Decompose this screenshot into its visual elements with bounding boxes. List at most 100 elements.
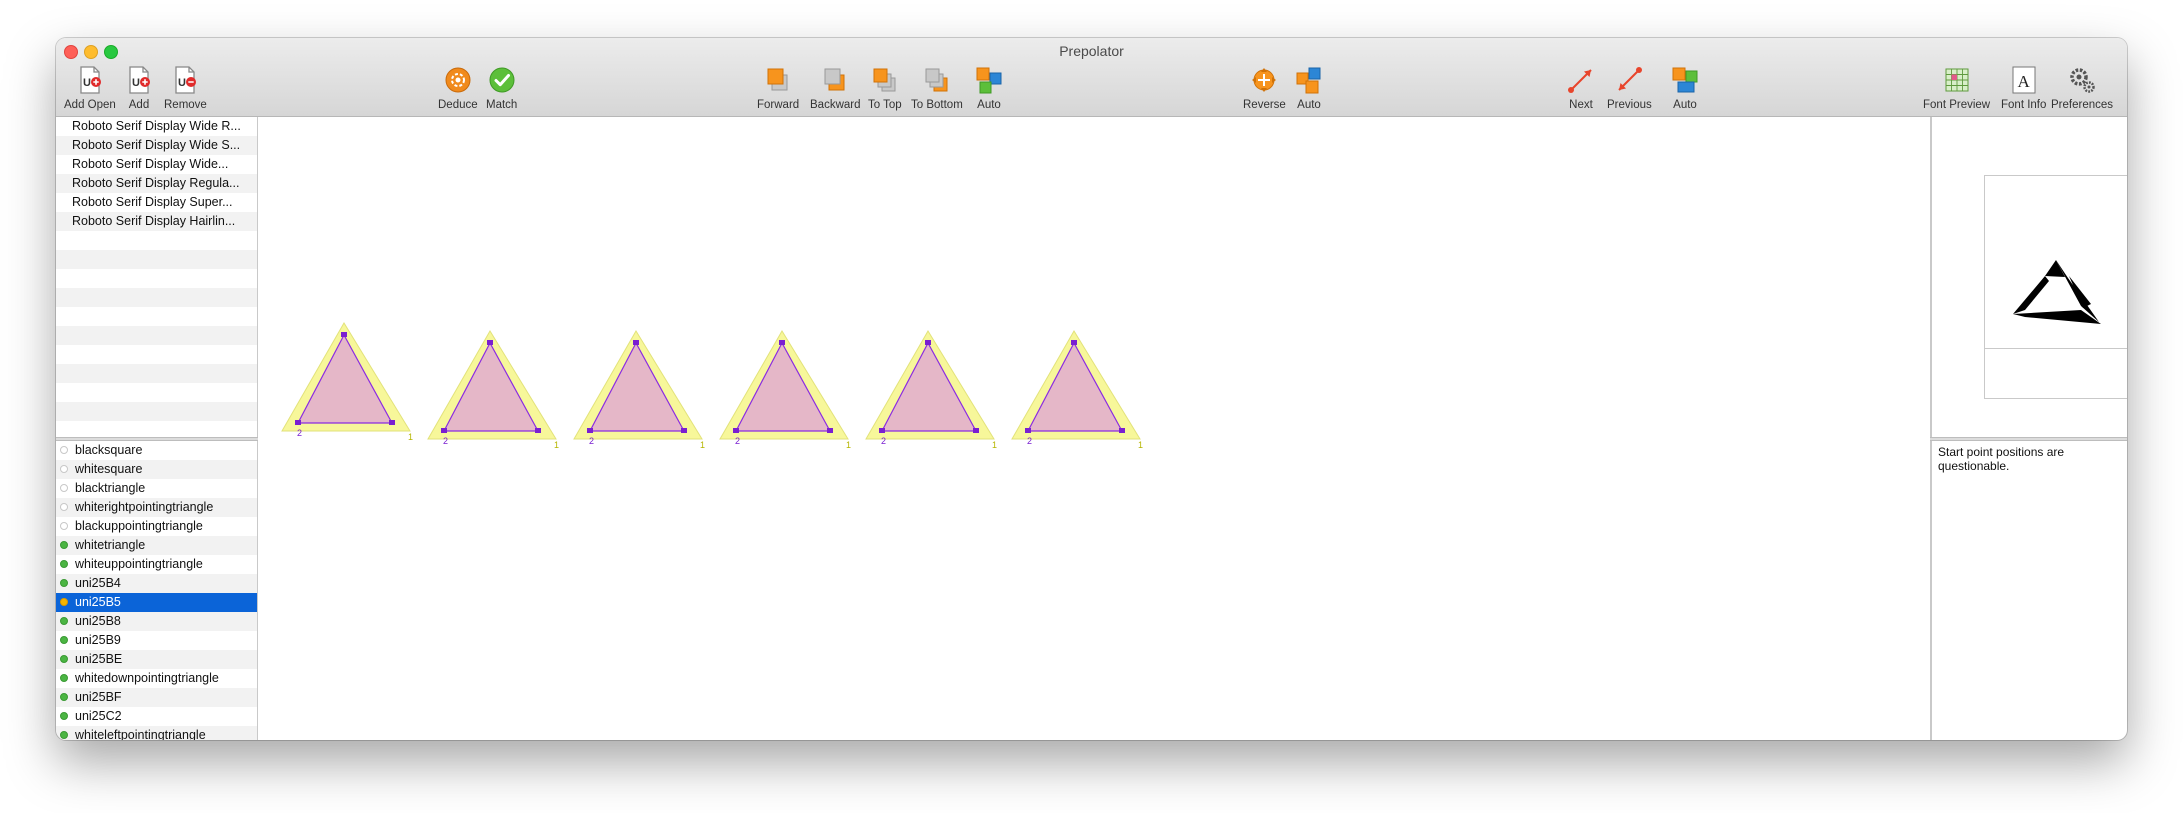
- glyph-canvas[interactable]: 212121212121: [258, 117, 1930, 740]
- to-bottom-button[interactable]: To Bottom: [911, 65, 963, 111]
- glyph-name: whiteuppointingtriangle: [75, 557, 203, 571]
- previous-button[interactable]: Previous: [1607, 65, 1652, 111]
- glyph-name: uni25BF: [75, 690, 122, 704]
- remove-button[interactable]: U Remove: [164, 65, 207, 111]
- end-point-label: 1: [700, 440, 705, 450]
- match-label: Match: [486, 99, 518, 111]
- glyph-list-item[interactable]: whitedownpointingtriangle: [56, 669, 257, 688]
- font-list-item[interactable]: Roboto Serif Display Hairlin...: [56, 212, 257, 231]
- match-checkmark-icon: [489, 67, 515, 93]
- glyph-list-item[interactable]: whiterightpointingtriangle: [56, 498, 257, 517]
- glyph-name: uni25B5: [75, 595, 121, 609]
- status-dot-icon: [60, 522, 68, 530]
- on-curve-point[interactable]: [1071, 340, 1077, 345]
- glyph-list-item[interactable]: blacksquare: [56, 441, 257, 460]
- glyph-list-item[interactable]: uni25BE: [56, 650, 257, 669]
- font-list-item[interactable]: Roboto Serif Display Wide S...: [56, 136, 257, 155]
- on-curve-point[interactable]: [587, 428, 593, 433]
- font-list-item[interactable]: Roboto Serif Display Wide R...: [56, 117, 257, 136]
- glyph-list-item[interactable]: uni25B9: [56, 631, 257, 650]
- glyph-master-outline[interactable]: 21: [719, 330, 851, 450]
- on-curve-point[interactable]: [879, 428, 885, 433]
- status-dot-icon: [60, 598, 68, 606]
- auto-order-button[interactable]: Auto: [974, 65, 1004, 111]
- on-curve-point[interactable]: [925, 340, 931, 345]
- deduce-button[interactable]: Deduce: [438, 65, 478, 111]
- reverse-button[interactable]: Reverse: [1243, 65, 1286, 111]
- glyph-name: whiterightpointingtriangle: [75, 500, 214, 514]
- glyph-master-outline[interactable]: 21: [573, 330, 705, 450]
- backward-label: Backward: [810, 99, 861, 111]
- backward-button[interactable]: Backward: [810, 65, 861, 111]
- status-dot-icon: [60, 712, 68, 720]
- font-info-button[interactable]: A Font Info: [2001, 65, 2046, 111]
- add-open-label: Add Open: [64, 99, 116, 111]
- status-dot-icon: [60, 465, 68, 473]
- on-curve-point[interactable]: [973, 428, 979, 433]
- glyph-list-item[interactable]: whiteuppointingtriangle: [56, 555, 257, 574]
- on-curve-point[interactable]: [295, 420, 301, 425]
- on-curve-point[interactable]: [441, 428, 447, 433]
- end-point-label: 1: [1138, 440, 1143, 450]
- start-point-label: 2: [735, 436, 740, 446]
- match-button[interactable]: Match: [486, 65, 517, 111]
- auto-start-button[interactable]: Auto: [1670, 65, 1700, 111]
- empty-row: [56, 345, 257, 364]
- glyph-list-item[interactable]: whitetriangle: [56, 536, 257, 555]
- on-curve-point[interactable]: [1119, 428, 1125, 433]
- font-list-item[interactable]: Roboto Serif Display Wide...: [56, 155, 257, 174]
- forward-button[interactable]: Forward: [757, 65, 799, 111]
- glyph-master-outline[interactable]: 21: [865, 330, 997, 450]
- on-curve-point[interactable]: [779, 340, 785, 345]
- glyph-list-item[interactable]: whiteleftpointingtriangle: [56, 726, 257, 740]
- on-curve-point[interactable]: [1025, 428, 1031, 433]
- glyph-master-outline[interactable]: 21: [281, 322, 413, 442]
- on-curve-point[interactable]: [487, 340, 493, 345]
- on-curve-point[interactable]: [341, 332, 347, 337]
- start-point-label: 2: [443, 436, 448, 446]
- glyph-list-item-selected[interactable]: uni25B5: [56, 593, 257, 612]
- font-info-label: Font Info: [2001, 99, 2047, 111]
- font-preview-button[interactable]: Font Preview: [1923, 65, 1990, 111]
- font-list-item[interactable]: Roboto Serif Display Regula...: [56, 174, 257, 193]
- on-curve-point[interactable]: [827, 428, 833, 433]
- status-message: Start point positions are questionable.: [1938, 445, 2065, 473]
- to-top-button[interactable]: To Top: [868, 65, 902, 111]
- glyph-list: blacksquare whitesquare blacktriangle wh…: [56, 441, 258, 740]
- next-button[interactable]: Next: [1566, 65, 1596, 111]
- glyph-name: uni25B9: [75, 633, 121, 647]
- add-open-icon: U: [80, 66, 101, 94]
- glyph-list-item[interactable]: whitesquare: [56, 460, 257, 479]
- messages-pane: Start point positions are questionable.: [1930, 441, 2127, 740]
- glyph-list-item[interactable]: uni25B8: [56, 612, 257, 631]
- glyph-list-item[interactable]: uni25BF: [56, 688, 257, 707]
- glyph-list-item[interactable]: blackuppointingtriangle: [56, 517, 257, 536]
- on-curve-point[interactable]: [535, 428, 541, 433]
- add-font-icon: U: [129, 66, 150, 94]
- on-curve-point[interactable]: [681, 428, 687, 433]
- glyph-master-outline[interactable]: 21: [427, 330, 559, 450]
- deduce-gear-icon: [445, 67, 471, 93]
- add-button[interactable]: U Add: [124, 65, 154, 111]
- previous-label: Previous: [1607, 99, 1652, 111]
- glyph-list-item[interactable]: uni25C2: [56, 707, 257, 726]
- glyph-master-outline[interactable]: 21: [1011, 330, 1143, 450]
- auto-direction-icon: [1296, 67, 1321, 94]
- glyph-list-item[interactable]: uni25B4: [56, 574, 257, 593]
- glyph-list-item[interactable]: blacktriangle: [56, 479, 257, 498]
- on-curve-point[interactable]: [633, 340, 639, 345]
- next-start-point-icon: [1568, 69, 1592, 93]
- preview-divider: [1985, 348, 2127, 349]
- status-dot-icon: [60, 655, 68, 663]
- svg-text:A: A: [2017, 72, 2030, 91]
- preferences-button[interactable]: Preferences: [2051, 65, 2113, 111]
- font-list-item[interactable]: Roboto Serif Display Super...: [56, 193, 257, 212]
- auto-direction-button[interactable]: Auto: [1294, 65, 1324, 111]
- on-curve-point[interactable]: [733, 428, 739, 433]
- forward-label: Forward: [757, 99, 800, 111]
- glyph-name: blacktriangle: [75, 481, 146, 495]
- status-dot-icon: [60, 579, 68, 587]
- preferences-label: Preferences: [2051, 99, 2114, 111]
- add-open-button[interactable]: U Add Open: [64, 65, 116, 111]
- on-curve-point[interactable]: [389, 420, 395, 425]
